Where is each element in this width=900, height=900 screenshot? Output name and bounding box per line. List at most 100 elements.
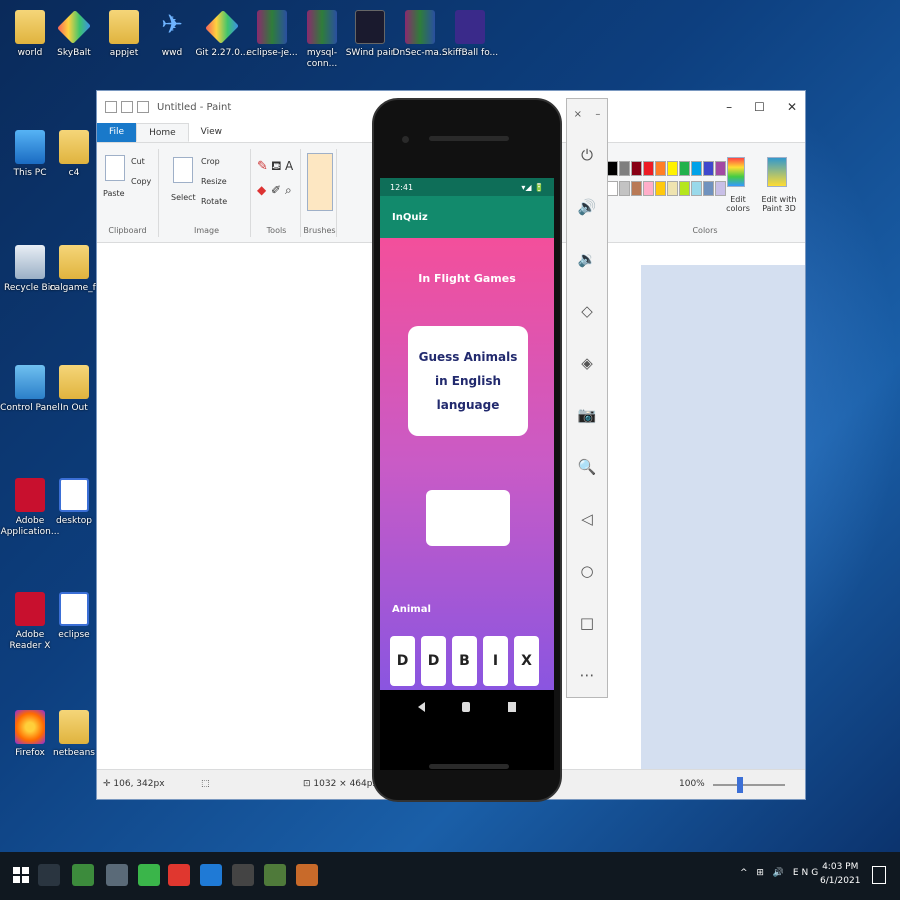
select-button[interactable]: Select [171,193,196,202]
volume-up-icon[interactable]: 🔊 [567,181,607,233]
save-icon[interactable] [105,101,117,113]
text-icon[interactable]: A [285,159,293,173]
canvas-size: ⊡ 1032 × 464px [303,779,378,789]
letter-button[interactable]: I [483,636,508,686]
close-icon[interactable]: ✕ [787,100,797,114]
recents-icon[interactable] [508,702,516,712]
android-studio-icon[interactable] [138,864,160,886]
notepad-icon[interactable] [72,864,94,886]
color-swatch[interactable] [703,161,714,176]
back-icon[interactable]: ◁ [567,493,607,545]
running-app-icon[interactable] [264,864,286,886]
edit-colors-icon[interactable] [727,157,745,187]
volume-down-icon[interactable]: 🔉 [567,233,607,285]
color-picker-icon[interactable]: ✐ [271,183,281,197]
tab-home[interactable]: Home [136,123,189,142]
desktop-icon[interactable]: netbeans [44,710,104,759]
fill-icon[interactable]: ⛾ [271,159,282,176]
color-swatch[interactable] [691,181,702,196]
clipboard-group: Paste Cut Copy Clipboard [97,149,159,237]
color-swatch[interactable] [655,161,666,176]
tab-view[interactable]: View [189,123,234,142]
select-icon[interactable] [173,157,193,183]
color-swatch[interactable] [607,181,618,196]
color-swatch[interactable] [643,181,654,196]
mail-icon[interactable] [106,864,128,886]
rotate-right-icon[interactable]: ◈ [567,337,607,389]
answer-input[interactable] [426,490,510,546]
color-swatch[interactable] [619,181,630,196]
tab-file[interactable]: File [97,123,137,142]
desktop-icon[interactable]: In Out [44,365,104,414]
overview-icon[interactable]: □ [567,597,607,649]
color-swatch[interactable] [691,161,702,176]
task-view-icon[interactable] [38,864,60,886]
home-icon[interactable] [462,702,470,712]
undo-icon[interactable] [121,101,133,113]
paint-icon[interactable] [296,864,318,886]
desktop-icon-label: calgame_fl [49,283,99,293]
desktop-icon[interactable]: c4 [44,130,104,179]
zoom-slider[interactable] [713,784,785,786]
desktop-icon[interactable]: eclipse [44,592,104,641]
edit-paint3d-button[interactable]: Edit with Paint 3D [757,195,801,213]
color-swatch[interactable] [703,181,714,196]
clapper-icon[interactable] [232,864,254,886]
color-swatch[interactable] [715,181,726,196]
chrome-icon[interactable] [168,864,190,886]
edge-icon[interactable] [200,864,222,886]
color-swatch[interactable] [655,181,666,196]
color-swatch[interactable] [643,161,654,176]
screenshot-icon[interactable]: 📷 [567,389,607,441]
back-icon[interactable] [418,702,425,712]
pencil-icon[interactable]: ✎ [257,159,268,174]
zoom-slider-thumb[interactable] [737,777,743,793]
paste-button[interactable]: Paste [103,189,125,198]
minimize-icon[interactable]: – [726,100,732,114]
color-swatch[interactable] [631,181,642,196]
start-button[interactable] [10,864,32,886]
rotate-button[interactable]: Rotate [201,197,227,206]
magnifier-icon[interactable]: ⌕ [285,183,292,198]
paint3d-icon[interactable] [767,157,787,187]
emulator-minimize-icon[interactable]: – [595,109,600,120]
color-swatch[interactable] [679,181,690,196]
taskbar-clock[interactable]: 4:03 PM 6/1/2021 [820,860,860,888]
emulator-close-icon[interactable]: × [574,109,582,120]
phone-speaker-bottom [429,764,509,769]
letter-button[interactable]: X [514,636,539,686]
resize-button[interactable]: Resize [201,177,227,186]
color-swatch[interactable] [631,161,642,176]
color-swatch[interactable] [619,161,630,176]
cut-button[interactable]: Cut [131,157,145,166]
color-swatch[interactable] [667,181,678,196]
rotate-left-icon[interactable]: ◇ [567,285,607,337]
brushes-icon[interactable] [307,153,333,211]
letter-button[interactable]: D [421,636,446,686]
diamond-icon [57,10,91,44]
desktop-icon[interactable]: calgame_fl [44,245,104,294]
redo-icon[interactable] [137,101,149,113]
color-swatch[interactable] [607,161,618,176]
notification-icon[interactable] [872,866,886,884]
home-icon[interactable]: ○ [567,545,607,597]
color-swatch[interactable] [667,161,678,176]
letter-button[interactable]: D [390,636,415,686]
firefox-icon [15,710,45,744]
more-icon[interactable]: ⋯ [567,649,607,701]
eraser-icon[interactable]: ◆ [257,183,266,197]
zoom-icon[interactable]: 🔍 [567,441,607,493]
copy-button[interactable]: Copy [131,177,151,186]
letter-button[interactable]: B [452,636,477,686]
color-swatch[interactable] [679,161,690,176]
winrar-icon [257,10,287,44]
system-tray[interactable]: ^ ⊞ 🔊 ENG [740,868,821,878]
power-icon[interactable]: ⏻ [567,129,607,181]
paste-icon[interactable] [105,155,125,181]
edit-colors-button[interactable]: Edit colors [723,195,753,213]
desktop-icon[interactable]: desktop [44,478,104,527]
color-swatch[interactable] [715,161,726,176]
desktop-icon[interactable]: SkiffBall fo... [440,10,500,59]
crop-button[interactable]: Crop [201,157,220,166]
maximize-icon[interactable]: ☐ [754,100,765,114]
